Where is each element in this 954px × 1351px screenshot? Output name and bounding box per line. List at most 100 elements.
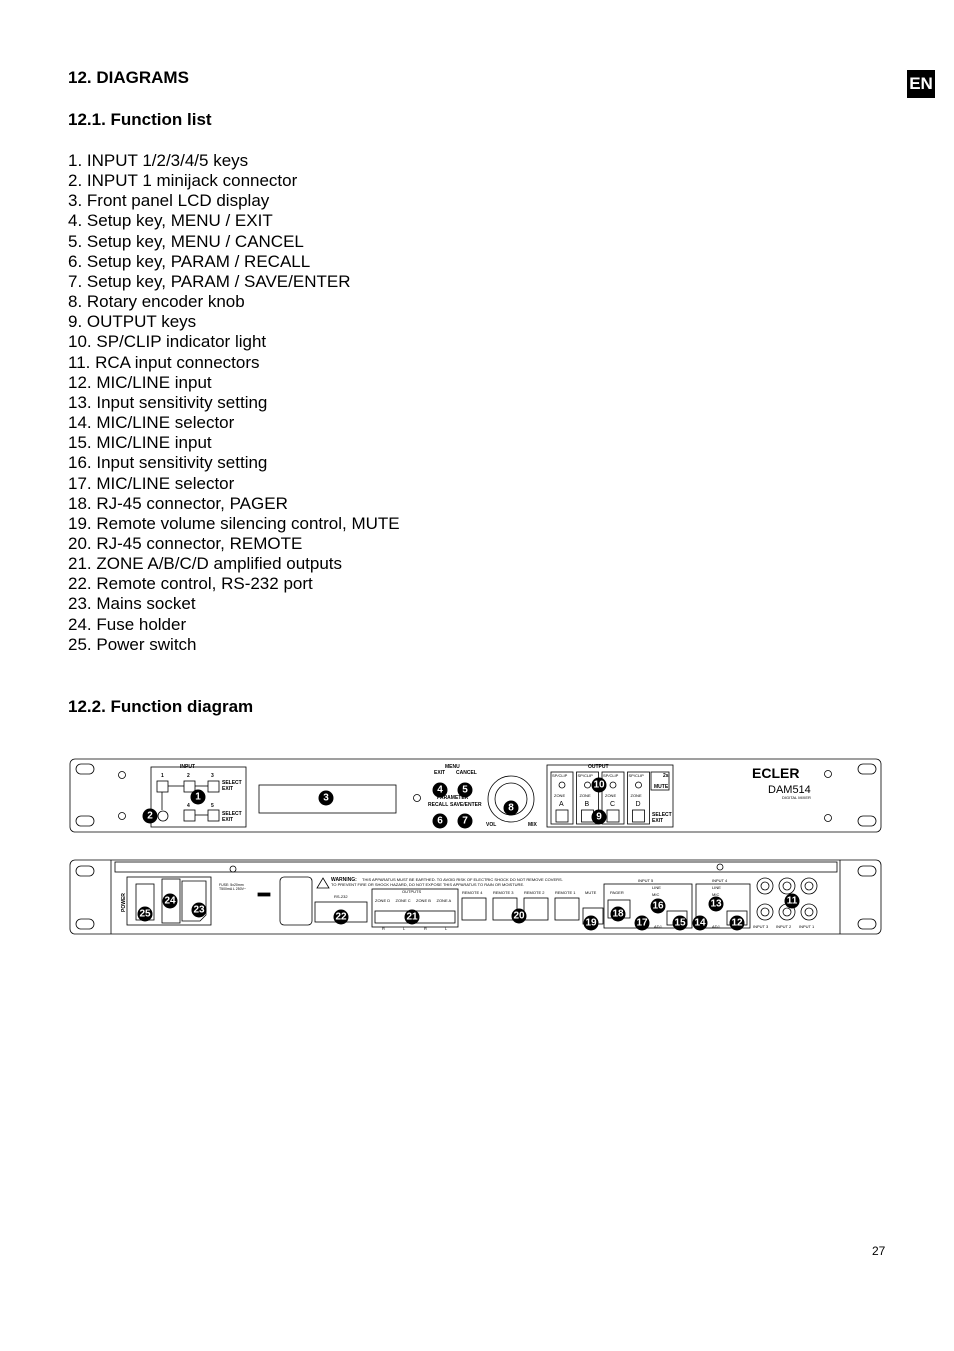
remote-4-connector[interactable] — [461, 897, 487, 921]
rca-connector[interactable] — [800, 877, 818, 895]
sp-clip-led — [558, 781, 566, 789]
remote-label: REMOTE 1 — [555, 890, 576, 895]
svg-text:14: 14 — [694, 918, 706, 929]
function-list: 1. INPUT 1/2/3/4/5 keys 2. INPUT 1 minija… — [68, 151, 400, 655]
function-list-item: 2. INPUT 1 minijack connector — [68, 171, 298, 191]
zone-label: ZONE — [554, 793, 565, 798]
svg-text:EXIT: EXIT — [652, 818, 663, 824]
zone-label: ZONE — [580, 793, 591, 798]
output-key-c[interactable] — [606, 809, 620, 823]
svg-text:DIGITAL MIXER: DIGITAL MIXER — [782, 795, 811, 800]
svg-text:16: 16 — [652, 901, 664, 912]
rca-connector[interactable] — [778, 877, 796, 895]
function-list-item: 10. SP/CLIP indicator light — [68, 332, 267, 352]
remote-label: REMOTE 2 — [524, 890, 545, 895]
function-diagram-title: 12.2. Function diagram — [68, 697, 254, 716]
svg-text:21: 21 — [406, 912, 418, 923]
callout-24: 24 — [162, 893, 178, 909]
rca-connector[interactable] — [756, 903, 774, 921]
output-key-a[interactable] — [555, 809, 569, 823]
svg-text:VOL: VOL — [486, 822, 496, 828]
svg-text:EXIT: EXIT — [222, 786, 233, 792]
rca-connector[interactable] — [756, 877, 774, 895]
svg-text:12: 12 — [731, 918, 743, 929]
output-zone-label: ZONE D — [375, 898, 390, 903]
function-list-item: 16. Input sensitivity setting — [68, 453, 268, 473]
function-diagram: INPUT 1 2 3 4 5 SELECT EXIT SELECT EXIT … — [69, 758, 882, 935]
minijack-connector[interactable] — [157, 810, 169, 822]
callout-10: 10 — [591, 777, 607, 793]
remote-label: REMOTE 4 — [462, 890, 483, 895]
svg-text:CANCEL: CANCEL — [456, 770, 477, 776]
rca-input-label: INPUT 1 — [799, 924, 815, 929]
callout-2: 2 — [142, 808, 158, 824]
svg-text:18: 18 — [612, 909, 624, 920]
svg-text:3: 3 — [211, 773, 214, 779]
sp-clip-label: SP/CLIP — [552, 773, 568, 778]
section-title: 12. DIAGRAMS — [68, 68, 189, 87]
function-list-item: 7. Setup key, PARAM / SAVE/ENTER — [68, 271, 351, 291]
callout-5: 5 — [457, 782, 473, 798]
function-list-item: 11. RCA input connectors — [68, 352, 260, 372]
zone-label: ZONE — [605, 793, 616, 798]
remote-1-connector[interactable] — [554, 897, 580, 921]
channel-label: R — [382, 926, 385, 931]
sp-clip-led — [609, 781, 617, 789]
callout-16: 16 — [650, 898, 666, 914]
callout-19: 19 — [583, 915, 599, 931]
svg-text:6: 6 — [437, 816, 443, 827]
output-zone-label: ZONE B — [416, 898, 431, 903]
callout-17: 17 — [634, 915, 650, 931]
zone-letter: C — [610, 801, 615, 808]
svg-text:SAVE/ENTER: SAVE/ENTER — [450, 802, 482, 808]
input-key-3[interactable] — [207, 780, 220, 793]
callout-14: 14 — [692, 915, 708, 931]
callout-11: 11 — [784, 893, 800, 909]
input-key-4[interactable] — [183, 809, 196, 822]
function-list-item: 4. Setup key, MENU / EXIT — [68, 211, 273, 231]
callout-22: 22 — [333, 909, 349, 925]
svg-text:25: 25 — [139, 909, 151, 920]
output-key-d[interactable] — [632, 809, 645, 823]
svg-text:10: 10 — [593, 780, 605, 791]
svg-text:1: 1 — [161, 773, 164, 779]
svg-text:RECALL: RECALL — [428, 802, 448, 808]
callout-23: 23 — [191, 902, 207, 918]
svg-text:9: 9 — [596, 812, 602, 823]
function-list-item: 15. MIC/LINE input — [68, 433, 212, 453]
callout-4: 4 — [432, 782, 448, 798]
output-label: OUTPUT — [588, 764, 609, 770]
svg-text:15: 15 — [674, 918, 686, 929]
svg-text:ECLER: ECLER — [752, 765, 799, 781]
sp-clip-label: SP/CLIP — [578, 773, 594, 778]
rca-input-label: INPUT 3 — [753, 924, 769, 929]
callout-15: 15 — [672, 915, 688, 931]
callout-3: 3 — [318, 790, 334, 806]
svg-text:2: 2 — [187, 773, 190, 779]
input-key-5[interactable] — [207, 809, 220, 822]
input-key-2[interactable] — [183, 780, 196, 793]
rca-connector[interactable] — [800, 903, 818, 921]
svg-text:2: 2 — [147, 811, 153, 822]
input-key-1[interactable] — [156, 780, 169, 793]
svg-text:TO PREVENT FIRE OR SHOCK HAZAR: TO PREVENT FIRE OR SHOCK HAZARD, DO NOT … — [331, 882, 524, 887]
callout-9: 9 — [591, 809, 607, 825]
remote-2-connector[interactable] — [523, 897, 549, 921]
function-list-item: 20. RJ-45 connector, REMOTE — [68, 533, 303, 553]
svg-text:13: 13 — [710, 899, 722, 910]
remote-label: REMOTE 3 — [493, 890, 514, 895]
channel-label: R — [424, 926, 427, 931]
pager-label: PAGER — [610, 890, 624, 895]
svg-text:19: 19 — [585, 918, 597, 929]
function-list-item: 17. MIC/LINE selector — [68, 473, 235, 493]
sp-clip-led — [635, 781, 642, 789]
page-number: 27 — [872, 1244, 886, 1258]
svg-text:5: 5 — [211, 803, 214, 809]
svg-text:RS-232: RS-232 — [334, 894, 348, 899]
zone-a-group — [550, 771, 574, 825]
zone-label: ZONE — [631, 793, 642, 798]
zone-d-group — [627, 771, 650, 825]
function-list-item: 19. Remote volume silencing control, MUT… — [68, 513, 400, 533]
callout-8: 8 — [503, 800, 519, 816]
function-list-item: 12. MIC/LINE input — [68, 372, 212, 392]
